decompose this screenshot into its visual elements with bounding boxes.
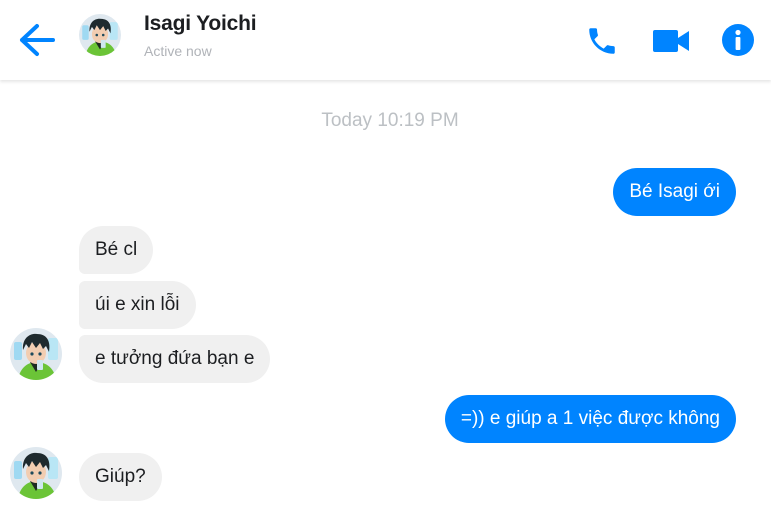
active-status: Active now xyxy=(144,43,212,59)
chat-header: Isagi Yoichi Active now xyxy=(0,0,771,80)
contact-name[interactable]: Isagi Yoichi xyxy=(144,12,257,36)
sender-avatar[interactable] xyxy=(10,328,62,380)
outgoing-message[interactable]: =)) e giúp a 1 việc được không xyxy=(444,395,736,443)
incoming-message[interactable]: úi e xin lỗi xyxy=(79,281,196,329)
phone-icon[interactable] xyxy=(585,24,619,58)
outgoing-message[interactable]: Bé Isagi ới xyxy=(613,168,736,216)
back-arrow-icon[interactable] xyxy=(17,22,57,58)
info-icon[interactable] xyxy=(720,22,756,58)
conversation-timestamp: Today 10:19 PM xyxy=(321,110,459,131)
video-camera-icon[interactable] xyxy=(651,27,691,55)
incoming-message[interactable]: Giúp? xyxy=(79,453,162,501)
sender-avatar[interactable] xyxy=(10,447,62,499)
contact-avatar[interactable] xyxy=(79,14,121,56)
incoming-message[interactable]: e tưởng đứa bạn e xyxy=(79,335,271,383)
incoming-message[interactable]: Bé cl xyxy=(79,226,154,274)
